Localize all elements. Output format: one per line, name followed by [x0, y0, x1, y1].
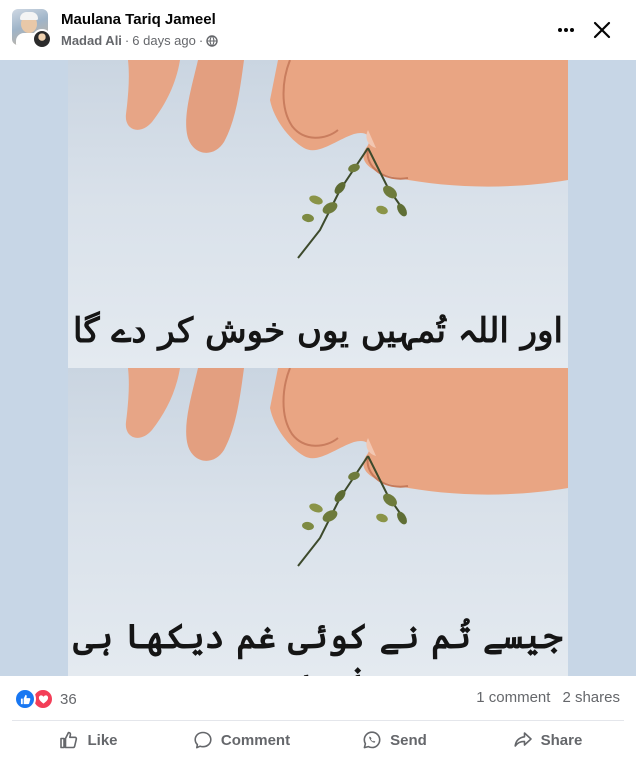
- reaction-count: 36: [60, 690, 77, 708]
- whatsapp-send-icon: [363, 731, 381, 749]
- page-name-link[interactable]: Maulana Tariq Jameel: [61, 11, 216, 28]
- image-caption-line-2: جیسے تُم نے کوئی غم دیکھا ہی نہ ہو: [73, 617, 563, 676]
- globe-icon: [206, 34, 218, 47]
- meta-separator-2: ·: [198, 33, 204, 48]
- engagement-counts: 1 comment 2 shares: [476, 689, 620, 706]
- share-icon: [514, 732, 532, 747]
- page-avatar[interactable]: [12, 9, 52, 49]
- author-link[interactable]: Madad Ali: [61, 33, 122, 48]
- like-icon: [60, 731, 78, 749]
- shares-count-link[interactable]: 2 shares: [562, 689, 620, 706]
- like-reaction-icon: [14, 688, 36, 710]
- close-button[interactable]: [584, 12, 620, 48]
- send-label: Send: [390, 731, 427, 749]
- reactions-summary[interactable]: 36: [14, 688, 77, 710]
- more-options-button[interactable]: [548, 12, 584, 48]
- meta-separator: ·: [124, 33, 130, 48]
- close-icon: [593, 21, 611, 39]
- more-horizontal-icon: [558, 28, 574, 32]
- like-label: Like: [87, 731, 118, 749]
- like-button[interactable]: Like: [12, 721, 165, 759]
- post-image[interactable]: اور اللہ تُمہیں یوں خوش کر دے گا جیسے تُ…: [0, 60, 636, 676]
- comment-button[interactable]: Comment: [165, 721, 318, 759]
- post-meta: Madad Ali · 6 days ago ·: [61, 33, 218, 48]
- send-button[interactable]: Send: [318, 721, 471, 759]
- image-panel-bottom: جیسے تُم نے کوئی غم دیکھا ہی نہ ہو: [68, 368, 568, 676]
- comment-label: Comment: [220, 731, 291, 749]
- image-caption-line-1: اور اللہ تُمہیں یوں خوش کر دے گا: [73, 311, 563, 351]
- post-stats: 36 1 comment 2 shares: [0, 676, 636, 720]
- author-avatar: [32, 29, 52, 49]
- share-button[interactable]: Share: [471, 721, 624, 759]
- share-label: Share: [540, 731, 583, 749]
- comments-count-link[interactable]: 1 comment: [476, 689, 550, 706]
- post-actions-bar: Like Comment Send Share: [12, 720, 624, 759]
- post-header: Maulana Tariq Jameel Madad Ali · 6 days …: [0, 0, 636, 60]
- post-time[interactable]: 6 days ago: [132, 33, 196, 48]
- comment-icon: [194, 731, 212, 749]
- image-panel-top: اور اللہ تُمہیں یوں خوش کر دے گا: [68, 60, 568, 368]
